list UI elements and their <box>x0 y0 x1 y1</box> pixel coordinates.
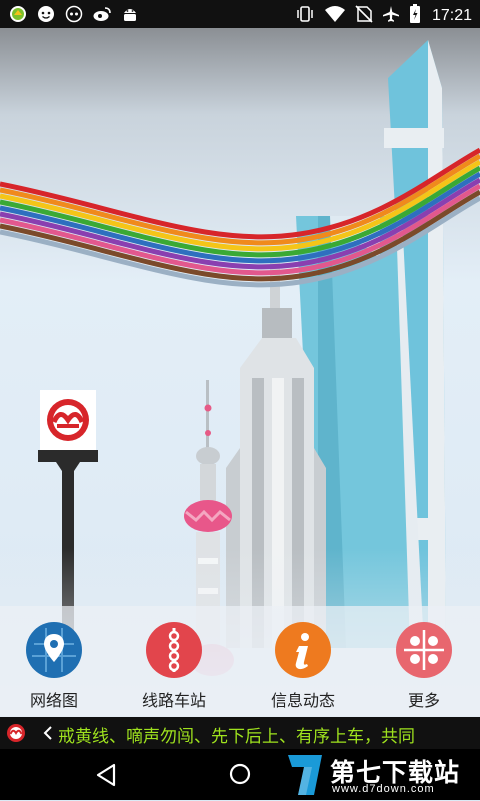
vibrate-icon <box>295 5 315 27</box>
menu-more[interactable]: 更多 <box>374 622 474 711</box>
wifi-icon <box>324 5 346 27</box>
watermark: 第七下载站 www.d7down.com <box>284 753 480 797</box>
notification-weibo-icon <box>92 4 112 24</box>
clock: 17:21 <box>431 7 472 24</box>
menu-network-map[interactable]: 网络图 <box>4 622 104 711</box>
notification-game-icon <box>64 4 84 24</box>
menu-label: 更多 <box>407 691 440 710</box>
watermark-logo-icon <box>284 753 326 797</box>
status-bar: 17:21 <box>0 0 480 28</box>
watermark-url: www.d7down.com <box>332 783 435 795</box>
notification-app-icon <box>8 4 28 24</box>
announcement-ticker[interactable]: 戒黄线、嘀声勿闯、先下后上、有序上车，共同 <box>0 717 480 749</box>
home-icon[interactable] <box>229 763 251 785</box>
no-sim-icon <box>355 5 373 27</box>
chevron-left-icon[interactable] <box>40 721 56 745</box>
metro-logo-icon <box>6 723 26 743</box>
menu-news[interactable]: 信息动态 <box>253 622 353 711</box>
android-icon <box>120 4 140 24</box>
main-menu: 网络图 线路车站 信息动态 更多 <box>0 606 480 716</box>
notification-emoji-icon <box>36 4 56 24</box>
route-line-icon <box>146 622 202 678</box>
menu-lines-stations[interactable]: 线路车站 <box>124 622 224 711</box>
map-pin-icon <box>26 622 82 678</box>
ticker-text: 戒黄线、嘀声勿闯、先下后上、有序上车，共同 <box>58 727 415 747</box>
airplane-icon <box>382 5 400 27</box>
menu-label: 线路车站 <box>141 691 206 710</box>
back-icon[interactable] <box>94 762 118 788</box>
battery-icon <box>409 4 421 28</box>
grid-icon <box>396 622 452 678</box>
menu-label: 信息动态 <box>270 691 335 710</box>
menu-label: 网络图 <box>29 691 78 710</box>
system-icons: 17:21 <box>295 4 472 28</box>
notification-icons <box>8 4 140 24</box>
info-icon <box>275 622 331 678</box>
